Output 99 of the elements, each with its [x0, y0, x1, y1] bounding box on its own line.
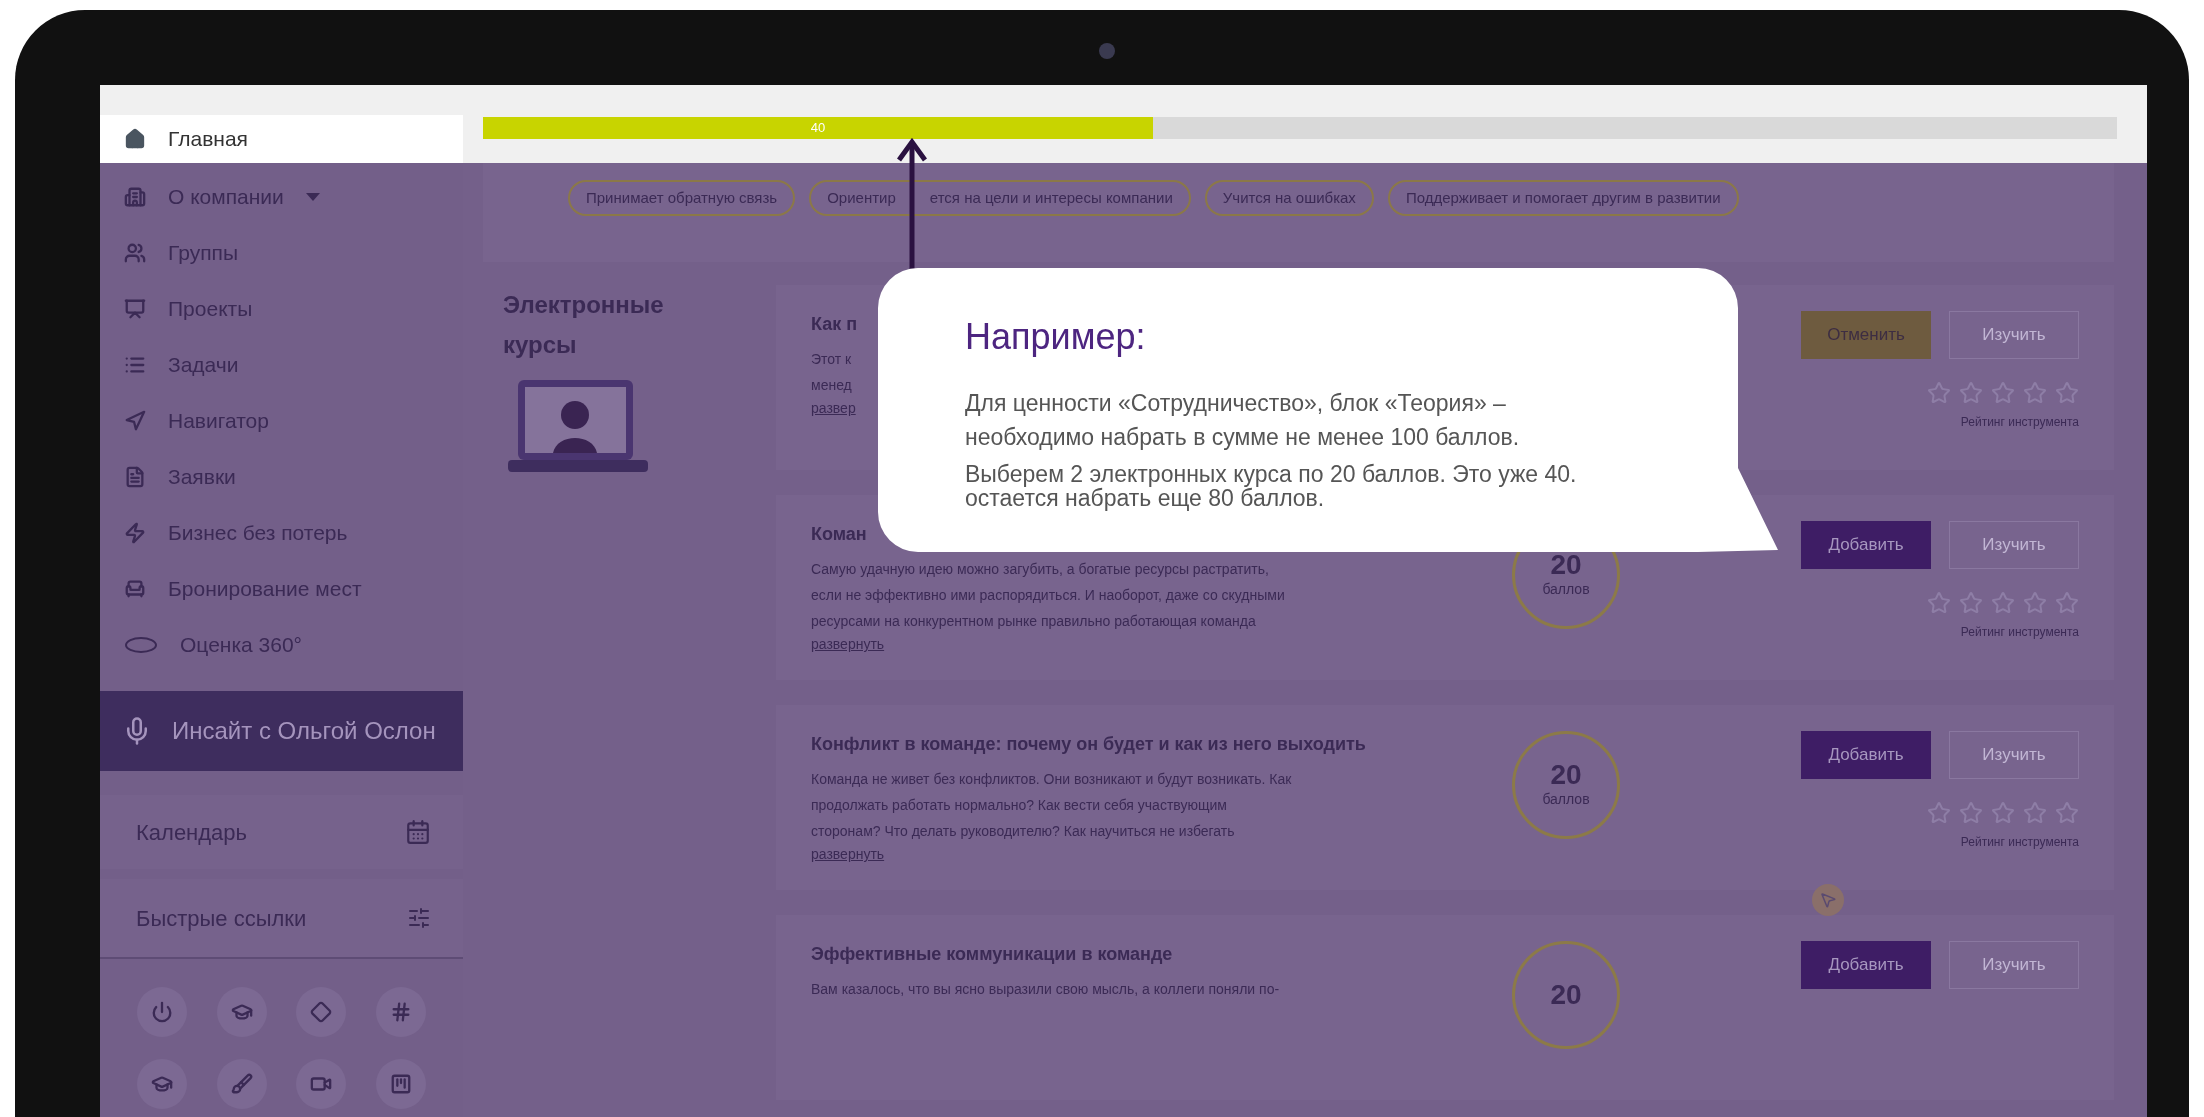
- section-title: Электронные курсы: [503, 290, 665, 360]
- sidebar-item[interactable]: Бизнес без потерь: [100, 505, 463, 561]
- star-icon: [2023, 801, 2047, 825]
- presentation-icon: [124, 298, 146, 320]
- course-description: менед: [811, 376, 852, 395]
- course-title[interactable]: Конфликт в команде: почему он будет и как из него выходить: [811, 731, 1366, 758]
- building-icon: [124, 186, 146, 208]
- sidebar-item[interactable]: Задачи: [100, 337, 463, 393]
- course-description: Самую удачную идею можно загубить, а богатые ресурсы растратить,: [811, 560, 1269, 579]
- star-icon: [2023, 591, 2047, 615]
- sidebar-item[interactable]: Бронирование мест: [100, 561, 463, 617]
- study-button[interactable]: Изучить: [1949, 311, 2079, 359]
- expand-link[interactable]: развернуть: [811, 844, 885, 865]
- add-button[interactable]: Добавить: [1801, 941, 1931, 989]
- star-icon: [1991, 591, 2015, 615]
- board-icon: [390, 1073, 413, 1095]
- score-points: 20: [1550, 760, 1582, 789]
- diamond-icon: [310, 1001, 333, 1023]
- quick-link-button[interactable]: [216, 1059, 267, 1109]
- expand-link[interactable]: развернуть: [811, 634, 885, 655]
- armchair-icon: [124, 578, 146, 600]
- add-button[interactable]: Добавить: [1801, 521, 1931, 569]
- document-icon: [124, 466, 146, 488]
- calendar-label: Календарь: [136, 818, 248, 847]
- callout-text: остается набрать еще 80 баллов.: [965, 486, 1325, 510]
- sidebar-item[interactable]: Навигатор: [100, 393, 463, 449]
- score-points: 20: [1550, 981, 1582, 1009]
- star-icon: [1991, 801, 2015, 825]
- home-icon: [124, 128, 146, 150]
- graduation-cap-icon: [230, 1001, 253, 1023]
- sidebar-item[interactable]: Оценка 360°: [100, 617, 463, 673]
- course-description: ресурсами на конкурентном рынке правильно работающая команда: [811, 612, 1256, 631]
- star-rating[interactable]: [1927, 591, 2079, 615]
- value-tag[interactable]: Поддерживает и помогает другим в развитии: [1387, 180, 1739, 216]
- star-icon: [2055, 801, 2079, 825]
- rating-label: Рейтинг инструмента: [1960, 624, 2079, 641]
- lightning-icon: [124, 522, 146, 544]
- quick-link-button[interactable]: [136, 1059, 187, 1109]
- star-icon: [1927, 801, 1951, 825]
- value-tag[interactable]: Учится на ошибках: [1204, 180, 1374, 216]
- star-icon: [2055, 381, 2079, 405]
- navigation-icon: [124, 410, 146, 432]
- star-icon: [2023, 381, 2047, 405]
- value-tag[interactable]: Ориентир ется на цели и интересы компании: [809, 180, 1191, 216]
- sidebar-item[interactable]: О компании: [100, 169, 463, 225]
- graduation-cap-icon: [150, 1073, 173, 1095]
- study-button[interactable]: Изучить: [1949, 521, 2079, 569]
- brush-icon: [230, 1073, 253, 1095]
- score-unit: баллов: [1542, 579, 1590, 599]
- course-description: если не эффективно ими распорядиться. И наоборот, даже со скудными: [811, 586, 1285, 605]
- expand-link[interactable]: развер: [811, 398, 856, 419]
- rating-label: Рейтинг инструмента: [1960, 414, 2079, 431]
- quick-link-button[interactable]: [296, 987, 347, 1037]
- quick-link-button[interactable]: [216, 987, 267, 1037]
- insight-button[interactable]: Инсайт с Ольгой Ослон: [100, 691, 463, 771]
- star-rating[interactable]: [1927, 381, 2079, 405]
- ellipse-icon: [124, 636, 158, 654]
- course-description: сторонам? Что делать руководителю? Как научиться не избегать: [811, 822, 1235, 841]
- sidebar-item[interactable]: Главная: [100, 115, 463, 163]
- course-description: продолжать работать нормально? Как вести себя участвующим: [811, 796, 1227, 815]
- course-description: Команда не живет без конфликтов. Они возникают и будут возникать. Как: [811, 770, 1292, 789]
- quick-link-button[interactable]: [296, 1059, 347, 1109]
- rating-label: Рейтинг инструмента: [1960, 834, 2079, 851]
- course-title[interactable]: Как п: [811, 311, 858, 338]
- calendar-icon: [405, 819, 431, 845]
- value-tag[interactable]: Принимает обратную связь: [568, 180, 796, 216]
- quick-links-label: Быстрые ссылки: [136, 904, 307, 933]
- sidebar-item[interactable]: Проекты: [100, 281, 463, 337]
- star-icon: [1991, 381, 2015, 405]
- course-description: Этот к: [811, 350, 852, 369]
- callout-text: необходимо набрать в сумме не менее 100 баллов.: [965, 423, 1520, 452]
- course-title[interactable]: Коман: [811, 521, 867, 548]
- star-icon: [1959, 381, 1983, 405]
- camera-icon: [1099, 43, 1115, 59]
- star-icon: [1959, 591, 1983, 615]
- study-button[interactable]: Изучить: [1949, 941, 2079, 989]
- callout-title: Например:: [965, 315, 1146, 359]
- quick-link-button[interactable]: [376, 1059, 427, 1109]
- list-icon: [124, 354, 146, 376]
- quick-link-button[interactable]: [376, 987, 427, 1037]
- star-icon: [2055, 591, 2079, 615]
- study-button[interactable]: Изучить: [1949, 731, 2079, 779]
- star-icon: [1959, 801, 1983, 825]
- sidebar-item[interactable]: Заявки: [100, 449, 463, 505]
- star-icon: [1927, 591, 1951, 615]
- sidebar-item[interactable]: Группы: [100, 225, 463, 281]
- callout-text: Для ценности «Сотрудничество», блок «Теория» –: [965, 389, 1506, 418]
- progress-label: 40: [810, 119, 826, 138]
- score-unit: баллов: [1542, 789, 1590, 809]
- star-rating[interactable]: [1927, 801, 2079, 825]
- sliders-icon: [407, 906, 431, 930]
- add-button[interactable]: Добавить: [1801, 731, 1931, 779]
- course-description: Вам казалось, что вы ясно выразили свою мысль, а коллеги поняли по-: [811, 980, 1280, 999]
- course-title[interactable]: Эффективные коммуникации в команде: [811, 941, 1173, 968]
- group-icon: [124, 242, 146, 264]
- quick-link-button[interactable]: [136, 987, 187, 1037]
- power-icon: [150, 1001, 173, 1023]
- star-icon: [1927, 381, 1951, 405]
- score-points: 20: [1550, 550, 1582, 579]
